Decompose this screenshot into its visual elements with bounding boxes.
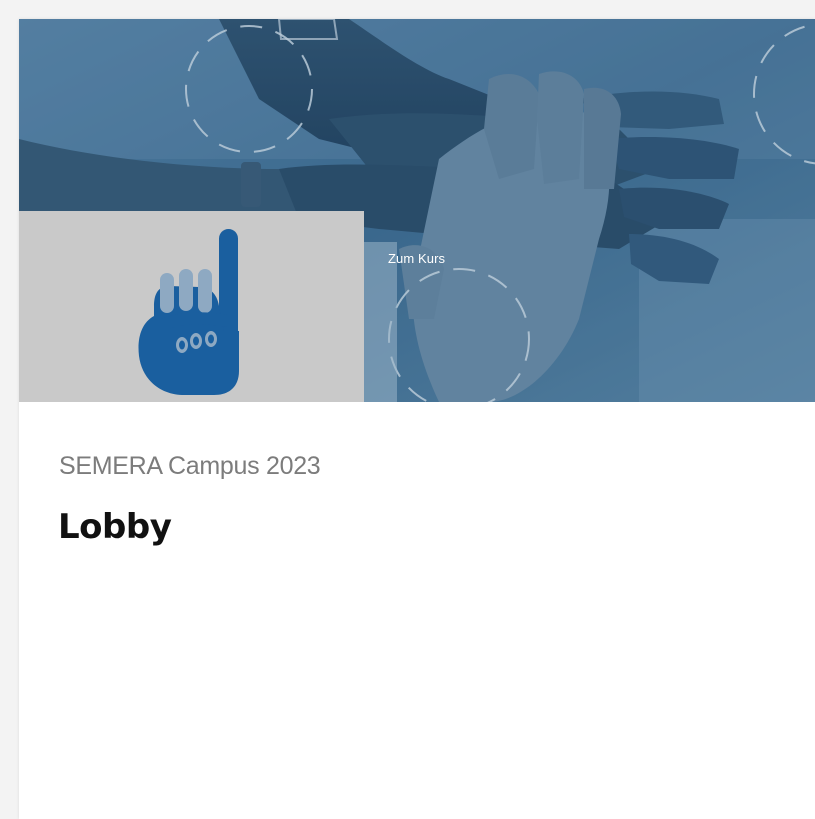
- raised-index-finger-hand-logo-icon: [138, 229, 239, 395]
- course-image-link[interactable]: Zum Kurs: [19, 19, 815, 402]
- course-card: Zum Kurs SEMERA Campus 2023 Lobby: [19, 19, 815, 819]
- zum-kurs-link[interactable]: Zum Kurs: [388, 251, 445, 266]
- course-category: SEMERA Campus 2023: [59, 452, 321, 480]
- course-logo-box: [19, 211, 364, 402]
- course-title[interactable]: Lobby: [58, 507, 172, 547]
